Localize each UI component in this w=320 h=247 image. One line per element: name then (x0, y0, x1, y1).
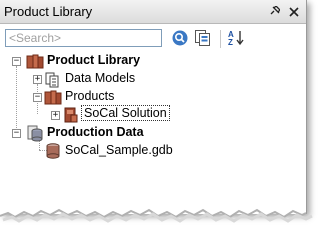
collapse-icon[interactable]: − (12, 57, 21, 66)
auto-hide-pin-icon[interactable] (268, 5, 281, 18)
tree-label-products: Products (65, 89, 115, 103)
tree-label-production-data: Production Data (47, 125, 144, 139)
product-library-window: Product Library A (0, 0, 307, 214)
production-data-icon (26, 124, 44, 142)
solution-icon (62, 106, 80, 124)
collapse-icon[interactable]: − (12, 129, 21, 138)
search-input[interactable] (5, 29, 162, 47)
tree-node-socal-solution[interactable]: + SoCal Solution (0, 105, 306, 124)
collapse-icon[interactable]: − (33, 93, 42, 102)
geodatabase-icon (44, 142, 62, 160)
tree-node-product-library[interactable]: − Product Library (0, 52, 306, 70)
tree-label-data-models: Data Models (65, 71, 136, 85)
tree-label-socal-solution: SoCal Solution (81, 105, 170, 121)
torn-edge-decoration (0, 196, 313, 223)
tree-node-products[interactable]: − Products (0, 88, 306, 106)
expand-icon[interactable]: + (51, 111, 60, 120)
tree-label-product-library: Product Library (47, 53, 141, 67)
title-bar: Product Library (0, 0, 306, 24)
expand-icon[interactable]: + (33, 75, 42, 84)
tree-node-socal-sample-gdb[interactable]: SoCal_Sample.gdb (0, 142, 306, 160)
catalog-view-icon[interactable] (194, 29, 212, 47)
close-icon[interactable] (287, 5, 300, 18)
data-models-icon (44, 70, 62, 88)
toolbar-separator (220, 30, 221, 48)
tree-label-socal-sample-gdb: SoCal_Sample.gdb (65, 143, 173, 157)
product-library-icon (26, 52, 44, 70)
tree-node-data-models[interactable]: + Data Models (0, 70, 306, 88)
products-icon (44, 88, 62, 106)
sort-az-icon[interactable]: A Z (227, 29, 245, 47)
toolbar: A Z (0, 24, 306, 54)
window-title: Product Library (4, 4, 93, 19)
svg-text:Z: Z (228, 38, 233, 47)
tree-node-production-data[interactable]: − Production Data (0, 124, 306, 142)
search-icon[interactable] (171, 29, 189, 47)
